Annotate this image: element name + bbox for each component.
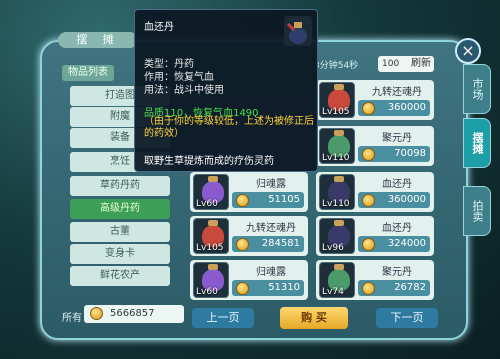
- potion-icon: Lv105: [319, 82, 355, 118]
- potion-icon: Lv105: [193, 218, 229, 254]
- item-name: 血还丹: [382, 223, 412, 234]
- item-name: 归魂露: [256, 179, 286, 190]
- wallet-amount: 5666857: [110, 308, 155, 319]
- item-name: 聚元丹: [382, 133, 412, 144]
- item-price: 360000: [387, 194, 426, 205]
- item-name: 归魂露: [256, 267, 286, 278]
- potion-icon: Lv110: [319, 174, 355, 210]
- item-price: 70098: [394, 148, 426, 159]
- potion-icon: Lv60: [193, 174, 229, 210]
- item-slot[interactable]: Lv105 九转还魂丹 284581: [190, 216, 308, 256]
- potion-icon: Lv74: [319, 262, 355, 298]
- wallet-label: 所有: [62, 313, 82, 324]
- category-item[interactable]: 草药丹药: [70, 176, 170, 196]
- potion-icon: Lv60: [193, 262, 229, 298]
- potion-icon: [284, 16, 312, 46]
- item-name: 九转还魂丹: [246, 223, 296, 234]
- category-item[interactable]: 古董: [70, 222, 170, 242]
- item-level: Lv74: [322, 287, 344, 297]
- category-header: 物品列表: [62, 65, 114, 81]
- item-level: Lv110: [322, 153, 350, 163]
- item-slot[interactable]: Lv60 归魂露 51310: [190, 260, 308, 300]
- refresh-count-value: 100: [382, 59, 400, 69]
- item-price: 360000: [387, 102, 426, 113]
- tooltip-note: （由于你的等级较低，上述为被修正后的药效）: [144, 116, 314, 139]
- item-level: Lv60: [196, 199, 218, 209]
- item-slot[interactable]: Lv60 归魂露 51105: [190, 172, 308, 212]
- tooltip-description: 取野生草提炼而成的疗伤灵药: [144, 156, 274, 167]
- item-level: Lv60: [196, 287, 218, 297]
- item-level: Lv96: [322, 243, 344, 253]
- item-slot[interactable]: Lv74 聚元丹 26782: [316, 260, 434, 300]
- item-price: 284581: [261, 238, 300, 249]
- item-slot[interactable]: Lv110 血还丹 360000: [316, 172, 434, 212]
- tab-market[interactable]: 市场: [463, 64, 491, 114]
- coin-icon: [90, 307, 103, 320]
- item-slot[interactable]: Lv105 九转还魂丹 360000: [316, 80, 434, 120]
- tooltip-usage: 用法：战斗中使用: [144, 85, 224, 96]
- item-price: 51105: [268, 194, 300, 205]
- potion-icon: Lv96: [319, 218, 355, 254]
- buy-button[interactable]: 购 买: [280, 307, 348, 329]
- item-slot[interactable]: Lv96 血还丹 324000: [316, 216, 434, 256]
- next-page-button[interactable]: 下一页: [376, 308, 438, 328]
- item-name: 九转还魂丹: [372, 87, 422, 98]
- tooltip-title: 血还丹: [144, 22, 174, 33]
- category-item[interactable]: 变身卡: [70, 244, 170, 264]
- item-price: 324000: [387, 238, 426, 249]
- item-level: Lv105: [322, 107, 350, 117]
- item-price: 26782: [394, 282, 426, 293]
- refresh-timer: 3分钟54秒: [314, 61, 359, 71]
- refresh-button[interactable]: 刷新: [406, 56, 436, 72]
- category-item[interactable]: 高级丹药: [70, 199, 170, 219]
- item-level: Lv110: [322, 199, 350, 209]
- item-price: 51310: [268, 282, 300, 293]
- tab-auction[interactable]: 拍卖: [463, 186, 491, 236]
- prev-page-button[interactable]: 上一页: [192, 308, 254, 328]
- item-name: 聚元丹: [382, 267, 412, 278]
- close-icon: ×: [461, 41, 475, 60]
- item-name: 血还丹: [382, 179, 412, 190]
- potion-icon: Lv110: [319, 128, 355, 164]
- category-item[interactable]: 鲜花农产: [70, 266, 170, 286]
- item-slot[interactable]: Lv110 聚元丹 70098: [316, 126, 434, 166]
- window-title: 摆 摊: [58, 32, 138, 48]
- close-button[interactable]: ×: [455, 38, 481, 64]
- item-level: Lv105: [196, 243, 224, 253]
- tab-stall[interactable]: 摆摊: [463, 118, 491, 168]
